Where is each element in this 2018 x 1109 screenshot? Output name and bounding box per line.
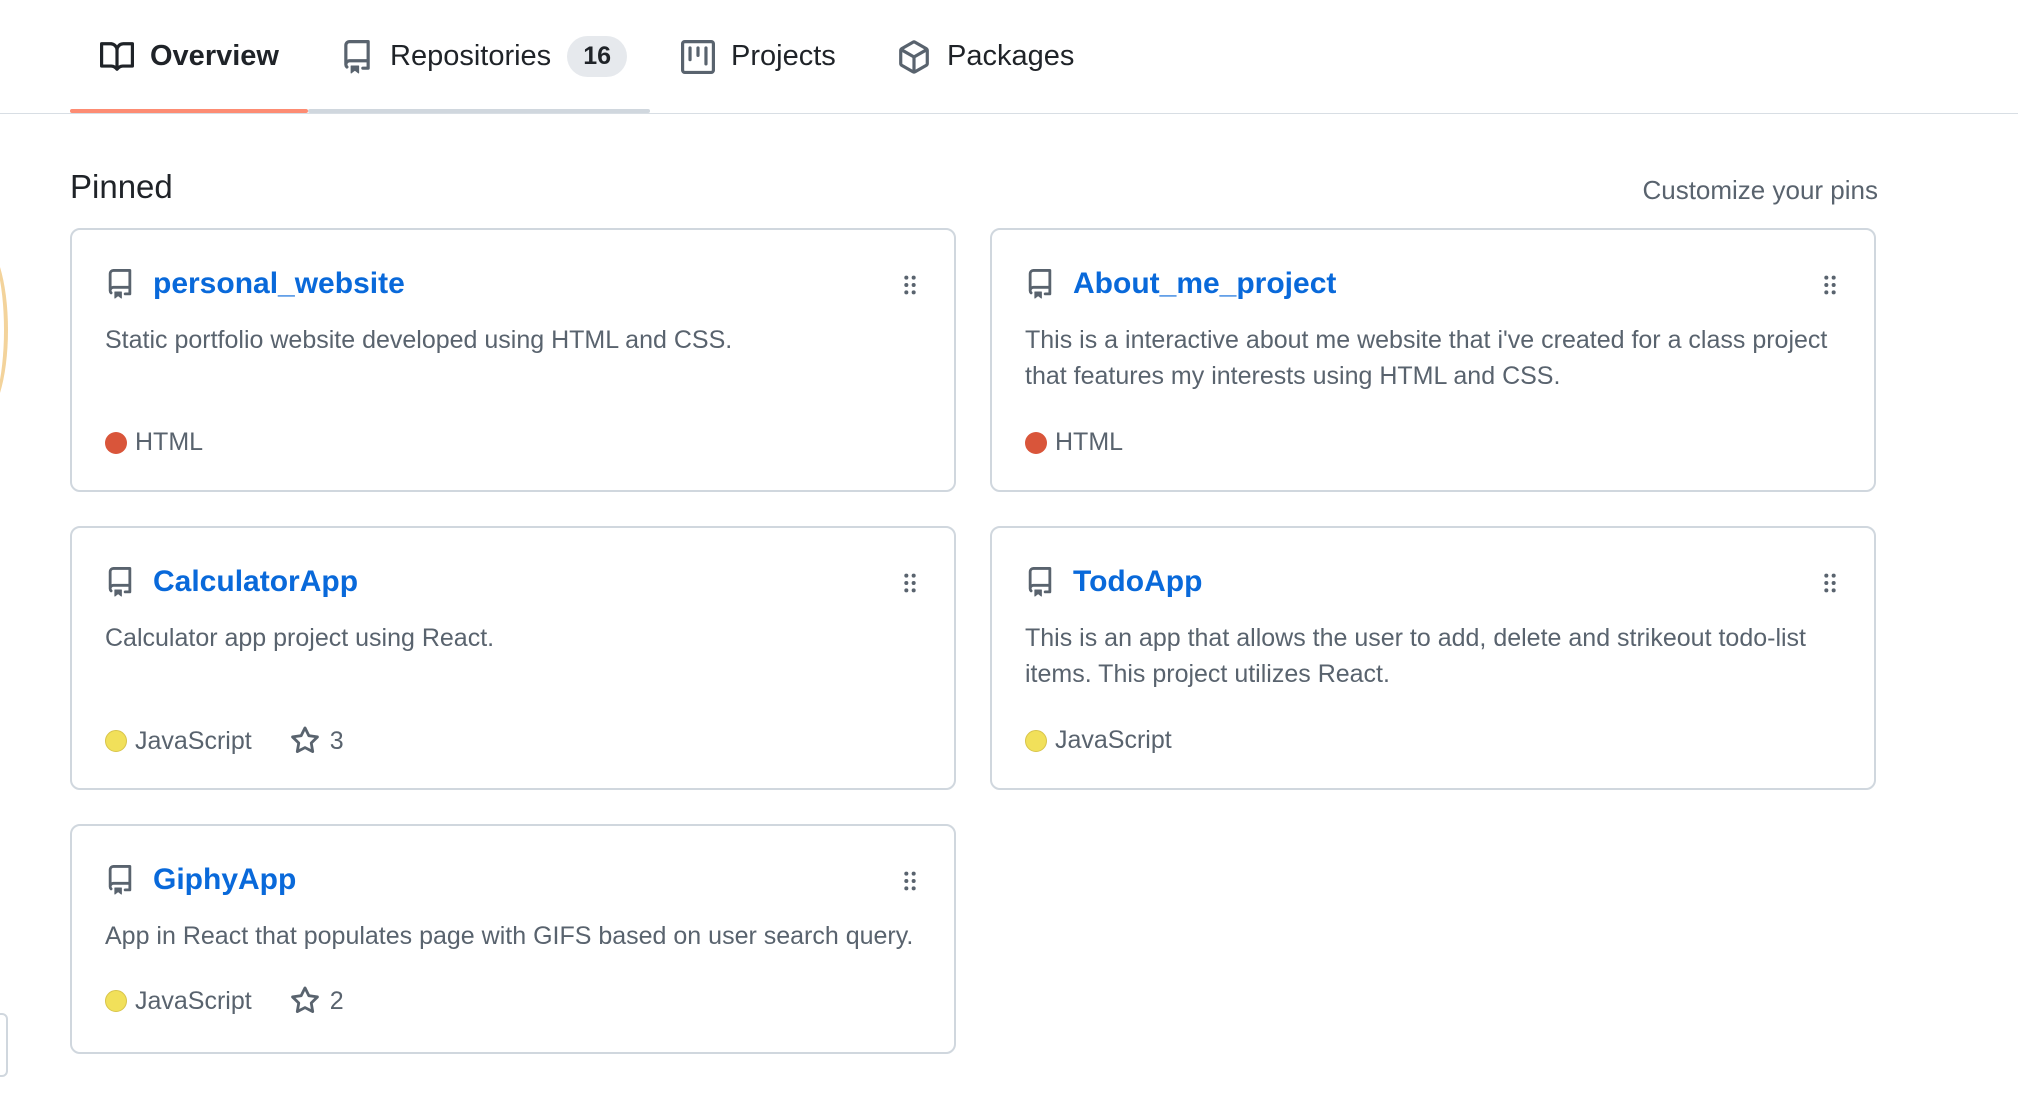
repo-description: Static portfolio website developed using… [105,326,733,354]
repo-description: This is an app that allows the user to a… [1025,624,1807,688]
tab-repositories-label: Repositories [390,40,552,72]
repo-icon [105,565,135,599]
repo-language: JavaScript [1055,726,1172,754]
tab-packages[interactable]: Packages [897,0,1074,113]
profile-tab-nav: Overview Repositories 16 Projects Packag… [0,0,2018,114]
repo-icon [1025,565,1055,599]
pinned-repo-card: personal_website Static portfolio websit… [70,228,956,492]
package-icon [897,39,931,74]
repo-icon [105,863,135,897]
repo-language: JavaScript [135,986,252,1015]
repo-description: Calculator app project using React. [105,624,495,652]
repo-icon [340,39,374,74]
drag-handle-icon[interactable] [1822,274,1838,296]
language-color-dot [105,990,127,1012]
avatar-edge [0,240,8,420]
repo-star-count: 3 [329,726,344,755]
language-color-dot [105,730,127,752]
hover-tab-indicator [308,109,650,113]
tab-packages-label: Packages [947,40,1075,72]
sidebar-edge [0,1013,8,1077]
pinned-repo-card: About_me_project This is a interactive a… [990,228,1876,492]
repo-icon [1025,267,1055,301]
pinned-section-title: Pinned [70,168,173,205]
project-icon [681,39,715,74]
star-icon [290,986,319,1014]
repo-description: App in React that populates page with GI… [105,922,914,950]
star-icon [290,726,319,754]
drag-handle-icon[interactable] [902,572,918,594]
pinned-repo-card: CalculatorApp Calculator app project usi… [70,526,956,790]
active-tab-indicator [70,109,308,113]
repo-language: HTML [1055,428,1124,456]
repo-name-link[interactable]: CalculatorApp [153,565,358,599]
repo-meta: HTML [105,428,203,457]
tab-overview[interactable]: Overview [100,0,279,113]
repositories-count-badge: 16 [567,36,627,77]
repo-star-count: 2 [329,986,344,1015]
pinned-repo-card: GiphyApp App in React that populates pag… [70,824,956,1054]
tab-repositories[interactable]: Repositories 16 [340,0,627,113]
repo-stars-link[interactable]: 2 [290,986,344,1016]
repo-name-link[interactable]: personal_website [153,267,405,301]
drag-handle-icon[interactable] [902,870,918,892]
repo-name-link[interactable]: GiphyApp [153,863,296,897]
pinned-repo-card: TodoApp This is an app that allows the u… [990,526,1876,790]
tab-projects-label: Projects [731,40,836,72]
repo-meta: HTML [1025,428,1123,457]
repo-meta: JavaScript [1025,726,1172,755]
repo-icon [105,267,135,301]
language-color-dot [1025,431,1047,454]
repo-stars-link[interactable]: 3 [290,726,344,756]
drag-handle-icon[interactable] [902,274,918,296]
tab-overview-label: Overview [150,40,279,72]
repo-description: This is a interactive about me website t… [1025,326,1828,390]
repo-language: JavaScript [135,726,252,755]
repo-name-link[interactable]: TodoApp [1073,565,1202,599]
book-icon [100,40,134,74]
language-color-dot [105,431,127,454]
drag-handle-icon[interactable] [1822,572,1838,594]
repo-language: HTML [135,428,204,456]
repo-meta: JavaScript 3 [105,726,344,756]
customize-pins-link[interactable]: Customize your pins [1642,175,1878,206]
tab-projects[interactable]: Projects [681,0,836,113]
repo-meta: JavaScript 2 [105,986,344,1016]
repo-name-link[interactable]: About_me_project [1073,267,1336,301]
language-color-dot [1025,729,1047,752]
